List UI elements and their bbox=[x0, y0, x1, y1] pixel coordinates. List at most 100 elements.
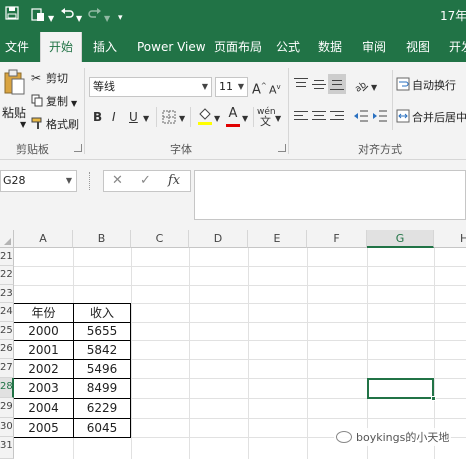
cell-a24[interactable]: 年份 bbox=[14, 304, 73, 322]
column-header-c[interactable]: C bbox=[131, 230, 189, 248]
group-label-clipboard: 剪贴板 bbox=[16, 143, 49, 156]
bold-button[interactable]: B bbox=[93, 110, 102, 124]
tab-developer[interactable]: 开发 bbox=[449, 32, 466, 62]
column-header-f[interactable]: F bbox=[307, 230, 367, 248]
row-header-23[interactable]: 23 bbox=[0, 285, 14, 303]
tab-home[interactable]: 开始 bbox=[40, 32, 82, 62]
border-icon[interactable] bbox=[162, 110, 176, 127]
tab-data[interactable]: 数据 bbox=[318, 32, 342, 62]
chevron-down-icon[interactable]: ▼ bbox=[48, 10, 54, 28]
row-header-31[interactable]: 31 bbox=[0, 437, 14, 459]
chevron-down-icon[interactable]: ▼ bbox=[214, 112, 220, 126]
gridline bbox=[189, 248, 190, 459]
tab-power-view[interactable]: Power View bbox=[137, 32, 206, 62]
row-header-29[interactable]: 29 bbox=[0, 398, 14, 418]
scissors-icon: ✂ bbox=[31, 71, 42, 85]
row-header-28[interactable]: 28 bbox=[0, 378, 14, 398]
row-header-22[interactable]: 22 bbox=[0, 266, 14, 285]
row-header-24[interactable]: 24 bbox=[0, 303, 14, 322]
row-header-21[interactable]: 21 bbox=[0, 248, 14, 266]
chevron-down-icon[interactable]: ▼ bbox=[179, 112, 185, 126]
shrink-font-button[interactable]: Av bbox=[269, 80, 281, 98]
redo-icon[interactable] bbox=[88, 6, 102, 25]
align-center-button[interactable] bbox=[312, 111, 326, 123]
chevron-down-icon[interactable]: ▼ bbox=[20, 118, 26, 132]
align-middle-button[interactable] bbox=[312, 78, 326, 92]
chevron-down-icon[interactable]: ▼ bbox=[242, 112, 248, 126]
row-header-30[interactable]: 30 bbox=[0, 418, 14, 437]
paste-icon[interactable] bbox=[30, 6, 46, 27]
table-row-income[interactable]: 6229 bbox=[73, 399, 131, 417]
active-cell-g28[interactable] bbox=[367, 378, 434, 399]
table-row-year[interactable]: 2001 bbox=[14, 341, 73, 359]
cancel-icon[interactable]: ✕ bbox=[112, 173, 123, 189]
chevron-down-icon[interactable]: ▼ bbox=[71, 97, 77, 111]
column-header-h[interactable]: H bbox=[434, 230, 466, 248]
undo-icon[interactable] bbox=[60, 6, 74, 25]
row-header-27[interactable]: 27 bbox=[0, 359, 14, 378]
format-painter-button[interactable]: 格式刷 bbox=[46, 118, 79, 132]
table-row-year[interactable]: 2003 bbox=[14, 379, 73, 397]
tab-review[interactable]: 审阅 bbox=[362, 32, 386, 62]
align-top-button[interactable] bbox=[294, 78, 308, 92]
splitter-handle[interactable] bbox=[89, 172, 91, 190]
copy-button[interactable]: 复制 bbox=[46, 95, 68, 109]
paste-button-icon[interactable] bbox=[2, 68, 26, 98]
table-row-year[interactable]: 2004 bbox=[14, 399, 73, 417]
font-launcher-icon[interactable] bbox=[278, 144, 286, 152]
italic-button[interactable]: I bbox=[112, 110, 116, 124]
font-size-select[interactable]: 11 ▼ bbox=[215, 77, 248, 97]
decrease-indent-icon[interactable] bbox=[353, 110, 369, 126]
align-bottom-button[interactable] bbox=[328, 74, 346, 94]
merge-center-button[interactable]: 合并后居中 bbox=[412, 111, 466, 125]
tab-file[interactable]: 文件 bbox=[5, 32, 29, 62]
cut-button[interactable]: 剪切 bbox=[46, 72, 68, 86]
tab-formulas[interactable]: 公式 bbox=[276, 32, 300, 62]
tab-view[interactable]: 视图 bbox=[406, 32, 430, 62]
orientation-icon[interactable]: ab bbox=[353, 77, 369, 96]
name-box[interactable]: G28 ▼ bbox=[0, 170, 77, 192]
chevron-down-icon[interactable]: ▼ bbox=[76, 10, 82, 28]
increase-indent-icon[interactable] bbox=[372, 110, 388, 126]
table-row-year[interactable]: 2002 bbox=[14, 360, 73, 378]
group-label-font: 字体 bbox=[170, 143, 192, 156]
column-header-e[interactable]: E bbox=[248, 230, 307, 248]
column-header-g[interactable]: G bbox=[367, 230, 434, 248]
insert-function-icon[interactable]: fx bbox=[168, 173, 180, 189]
column-header-d[interactable]: D bbox=[189, 230, 248, 248]
chevron-down-icon[interactable]: ▼ bbox=[143, 112, 149, 126]
chevron-down-icon[interactable]: ▼ bbox=[371, 81, 377, 95]
align-left-button[interactable] bbox=[294, 111, 308, 123]
table-row-year[interactable]: 2000 bbox=[14, 322, 73, 340]
formula-input[interactable] bbox=[194, 170, 466, 220]
table-row-income[interactable]: 5842 bbox=[73, 341, 131, 359]
align-right-button[interactable] bbox=[330, 111, 344, 123]
fill-handle[interactable] bbox=[431, 396, 436, 401]
wrap-text-button[interactable]: 自动换行 bbox=[412, 79, 456, 93]
row-header-25[interactable]: 25 bbox=[0, 322, 14, 340]
tab-insert[interactable]: 插入 bbox=[93, 32, 117, 62]
chevron-down-icon[interactable]: ▼ bbox=[275, 112, 281, 126]
table-row-income[interactable]: 5496 bbox=[73, 360, 131, 378]
column-header-b[interactable]: B bbox=[73, 230, 131, 248]
save-icon[interactable] bbox=[5, 6, 19, 25]
clipboard-launcher-icon[interactable] bbox=[74, 144, 82, 152]
table-row-year[interactable]: 2005 bbox=[14, 419, 73, 437]
table-row-income[interactable]: 8499 bbox=[73, 379, 131, 397]
font-name-select[interactable]: 等线 ▼ bbox=[89, 77, 212, 97]
worksheet-grid[interactable]: A B C D E F G H 21 22 23 24 25 26 27 28 … bbox=[0, 230, 466, 459]
customize-icon[interactable]: ▾ bbox=[118, 9, 123, 27]
table-row-income[interactable]: 6045 bbox=[73, 419, 131, 437]
column-header-a[interactable]: A bbox=[14, 230, 73, 248]
fill-color-icon[interactable] bbox=[197, 108, 213, 129]
row-header-26[interactable]: 26 bbox=[0, 340, 14, 359]
chevron-down-icon[interactable]: ▼ bbox=[104, 10, 110, 28]
tab-page-layout[interactable]: 页面布局 bbox=[214, 32, 262, 62]
cell-b24[interactable]: 收入 bbox=[73, 304, 131, 322]
underline-button[interactable]: U bbox=[129, 110, 138, 124]
enter-icon[interactable]: ✓ bbox=[140, 173, 151, 189]
grow-font-button[interactable]: A^ bbox=[252, 79, 267, 97]
table-row-income[interactable]: 5655 bbox=[73, 322, 131, 340]
font-color-button[interactable]: A bbox=[226, 107, 240, 127]
select-all-corner[interactable] bbox=[0, 230, 14, 248]
